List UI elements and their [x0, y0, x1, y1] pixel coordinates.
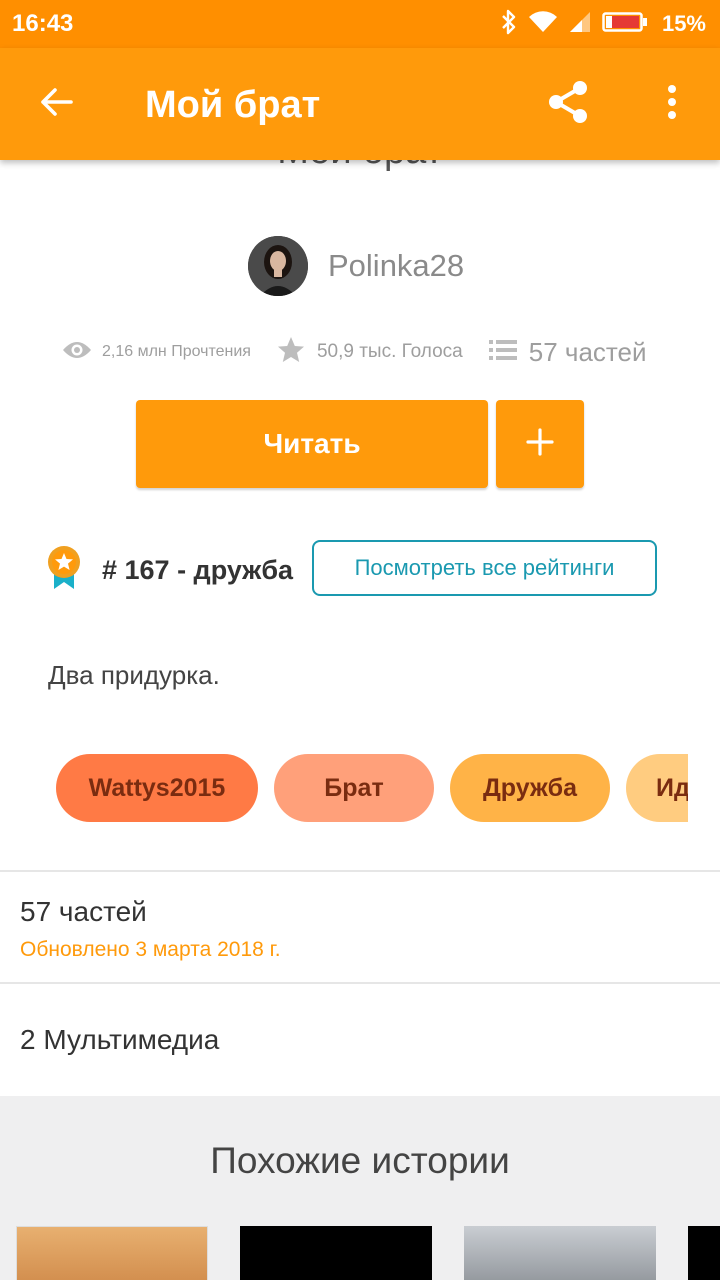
app-bar-title: Мой брат — [145, 84, 321, 126]
signal-icon — [568, 10, 592, 39]
ranking: # 167 - дружба — [44, 542, 293, 598]
votes-stat: 50,9 тыс. Голоса — [277, 336, 463, 369]
wifi-icon — [528, 10, 558, 39]
tag-chip[interactable]: Дружба — [450, 754, 610, 822]
battery-percent: 15% — [661, 11, 706, 36]
parts-title: 57 частей — [20, 896, 147, 927]
author-name[interactable]: Polinka28 — [328, 248, 464, 284]
tag-list: Wattys2015 Брат Дружба Ид — [56, 754, 688, 822]
parts-stat: 57 частей — [488, 336, 647, 368]
app-bar: Мой брат — [0, 48, 720, 160]
award-badge-icon — [44, 545, 84, 596]
status-icons: 15% — [500, 8, 706, 40]
back-arrow-icon — [39, 87, 73, 122]
status-bar: 16:43 15% — [0, 0, 720, 48]
plus-icon — [526, 427, 554, 461]
tag-label: Брат — [324, 773, 384, 802]
back-button[interactable] — [28, 76, 84, 132]
ranking-text: # 167 - дружба — [102, 554, 294, 585]
parts-count: 57 частей — [528, 336, 647, 367]
bluetooth-icon — [500, 9, 518, 40]
tag-label: Wattys2015 — [88, 773, 226, 802]
parts-list-row[interactable]: 57 частей Обновлено 3 марта 2018 г. — [0, 872, 720, 982]
author-row[interactable]: Polinka28 — [248, 236, 464, 296]
tag-label: Ид — [656, 773, 688, 802]
tag-chip[interactable]: Wattys2015 — [56, 754, 258, 822]
media-row[interactable]: 2 Мультимедиа — [0, 984, 720, 1096]
story-cover[interactable] — [16, 1226, 208, 1280]
reads-stat: 2,16 млн Прочтения — [62, 339, 251, 366]
story-description: Два придурка. — [48, 660, 220, 690]
more-options-button[interactable] — [650, 74, 694, 134]
share-button[interactable] — [538, 74, 598, 134]
updated-date: Обновлено 3 марта 2018 г. — [20, 938, 281, 961]
list-icon — [488, 338, 517, 367]
tag-chip[interactable]: Брат — [274, 754, 434, 822]
similar-stories-section: Похожие истории — [0, 1096, 720, 1280]
add-to-library-button[interactable] — [496, 400, 584, 488]
story-stats: 2,16 млн Прочтения 50,9 тыс. Голоса 57 ч… — [62, 334, 672, 370]
media-title: 2 Мультимедиа — [20, 1024, 220, 1055]
eye-icon — [62, 339, 92, 366]
battery-icon — [602, 10, 648, 39]
reads-count: 2,16 млн Прочтения — [102, 343, 251, 360]
read-button[interactable]: Читать — [136, 400, 488, 488]
story-cover[interactable] — [464, 1226, 656, 1280]
votes-count: 50,9 тыс. Голоса — [316, 341, 463, 362]
similar-stories-title: Похожие истории — [210, 1140, 510, 1181]
tag-label: Дружба — [482, 773, 578, 802]
story-cover[interactable] — [240, 1226, 432, 1280]
star-icon — [277, 336, 305, 369]
more-vert-icon — [666, 84, 678, 125]
avatar[interactable] — [248, 236, 308, 296]
tag-chip[interactable]: Ид — [626, 754, 688, 822]
share-icon — [544, 78, 592, 131]
status-time: 16:43 — [12, 10, 74, 37]
view-all-ratings-button[interactable]: Посмотреть все рейтинги — [312, 540, 657, 596]
story-cover[interactable] — [688, 1226, 720, 1280]
